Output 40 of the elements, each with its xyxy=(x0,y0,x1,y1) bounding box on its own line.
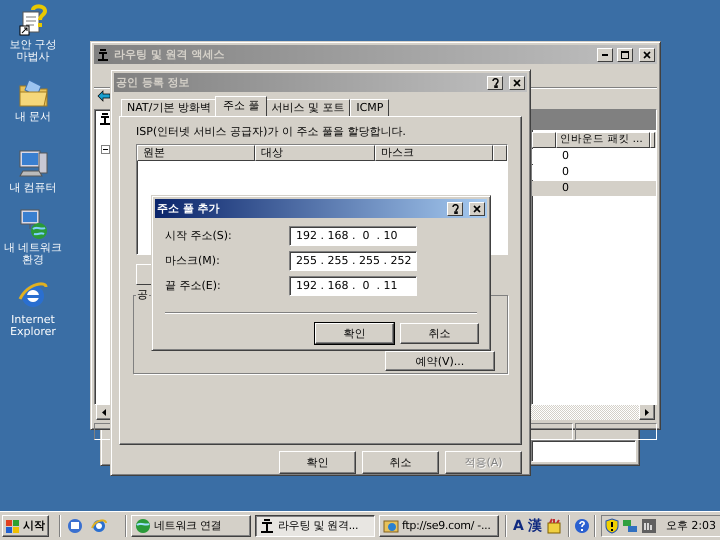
desktop-icon-label[interactable]: 내 컴퓨터 xyxy=(9,182,57,194)
table-cell: 0 xyxy=(562,181,570,196)
language-indicator[interactable]: A xyxy=(513,518,524,534)
field-label: 시작 주소(S): xyxy=(165,229,232,243)
tab[interactable]: 서비스 및 포트 xyxy=(265,99,350,116)
window-title: 라우팅 및 원격 액세스 xyxy=(114,48,224,62)
language-indicator[interactable]: 漢 xyxy=(528,518,542,534)
start-button[interactable]: 시작 xyxy=(2,515,49,537)
dialog-title: 공인 등록 정보 xyxy=(116,76,190,90)
ip-address-field[interactable]: 192 . 168 . 0 . 11 xyxy=(289,276,417,296)
clock: 오후 2:03 xyxy=(666,519,716,533)
tab[interactable]: ICMP xyxy=(350,99,390,116)
description-text: ISP(인터넷 서비스 공급자)가 이 주소 풀을 할당합니다. xyxy=(136,125,407,138)
column-header[interactable]: 대상 xyxy=(255,145,375,162)
ip-address-field[interactable]: 192 . 168 . 0 . 10 xyxy=(289,226,417,246)
dialog-title: 주소 풀 추가 xyxy=(157,202,220,216)
taskbar-button[interactable]: 네트워크 연결 xyxy=(131,515,251,537)
taskbar-button[interactable]: 라우팅 및 원격... xyxy=(255,515,375,537)
list-row[interactable]: 0 xyxy=(532,181,656,196)
dialog-button[interactable]: 취소 xyxy=(400,323,479,344)
ip-address-field[interactable]: 255 . 255 . 255 . 252 xyxy=(289,251,417,271)
dialog-button[interactable]: 취소 xyxy=(362,451,439,474)
tab[interactable]: NAT/기본 방화벽 xyxy=(121,99,217,116)
reserve-button[interactable]: 예약(V)... xyxy=(385,351,495,372)
group-label: 공 xyxy=(136,288,149,302)
table-cell: 0 xyxy=(562,149,570,164)
field-label: 끝 주소(E): xyxy=(165,279,221,293)
dialog-button[interactable]: 확인 xyxy=(315,323,394,344)
taskbar-button[interactable]: ftp://se9.com/ -... xyxy=(379,515,499,537)
desktop-icon-label[interactable]: 보안 구성 마법사 xyxy=(3,39,63,62)
column-header[interactable]: 인바운드 패킷 ... xyxy=(556,132,650,148)
tab[interactable]: 주소 풀 xyxy=(214,96,268,116)
desktop-icon-label[interactable]: Internet Explorer xyxy=(3,314,63,338)
table-cell: 0 xyxy=(562,165,570,180)
column-header[interactable]: 원본 xyxy=(137,145,255,162)
column-header[interactable]: 마스크 xyxy=(375,145,493,162)
desktop-icon-label[interactable]: 내 네트워크 환경 xyxy=(3,242,63,266)
dialog-button[interactable]: 확인 xyxy=(279,451,356,474)
field-label: 마스크(M): xyxy=(165,254,220,268)
desktop-icon-label[interactable]: 내 문서 xyxy=(14,111,52,123)
